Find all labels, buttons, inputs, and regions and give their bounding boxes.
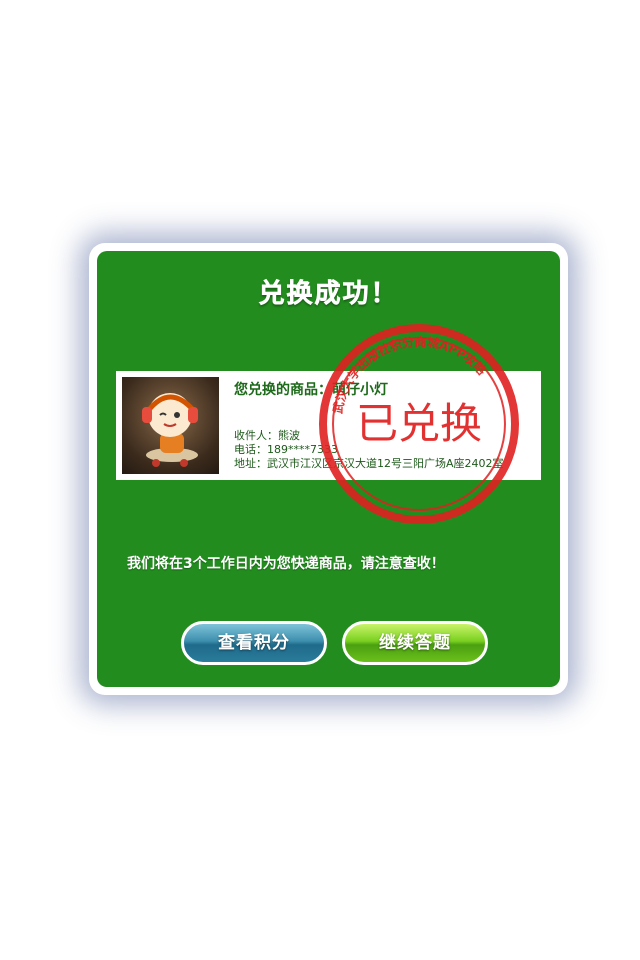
product-name: 萌仔小灯 <box>332 382 388 398</box>
product-card: 您兑换的商品：萌仔小灯 收件人：熊波 电话：189****7333 地址：武汉市… <box>116 371 541 480</box>
recipient-name: 收件人：熊波 <box>234 429 300 442</box>
dialog-title: 兑换成功！ <box>258 279 399 310</box>
recipient-address: 地址：武汉市江汉区京汉大道12号三阳广场A座2402室 <box>234 457 504 470</box>
success-dialog: 兑换成功！ 您兑换的商品：萌仔小灯 收件人：熊波 电话：189****7333 … <box>89 243 568 695</box>
delivery-notice: 我们将在3个工作日内为您快递商品，请注意查收！ <box>127 556 445 572</box>
dialog-panel: 兑换成功！ 您兑换的商品：萌仔小灯 收件人：熊波 电话：189****7333 … <box>97 251 560 687</box>
product-label: 您兑换的商品： <box>234 382 332 398</box>
view-points-button[interactable]: 查看积分 <box>181 621 327 665</box>
product-image <box>122 377 219 474</box>
continue-quiz-button[interactable]: 继续答题 <box>342 621 488 665</box>
lamp-toy-icon <box>142 393 198 467</box>
recipient-phone: 电话：189****7333 <box>234 443 338 456</box>
product-name-line: 您兑换的商品：萌仔小灯 <box>234 379 388 399</box>
page: 兑换成功！ 您兑换的商品：萌仔小灯 收件人：熊波 电话：189****7333 … <box>0 0 640 960</box>
